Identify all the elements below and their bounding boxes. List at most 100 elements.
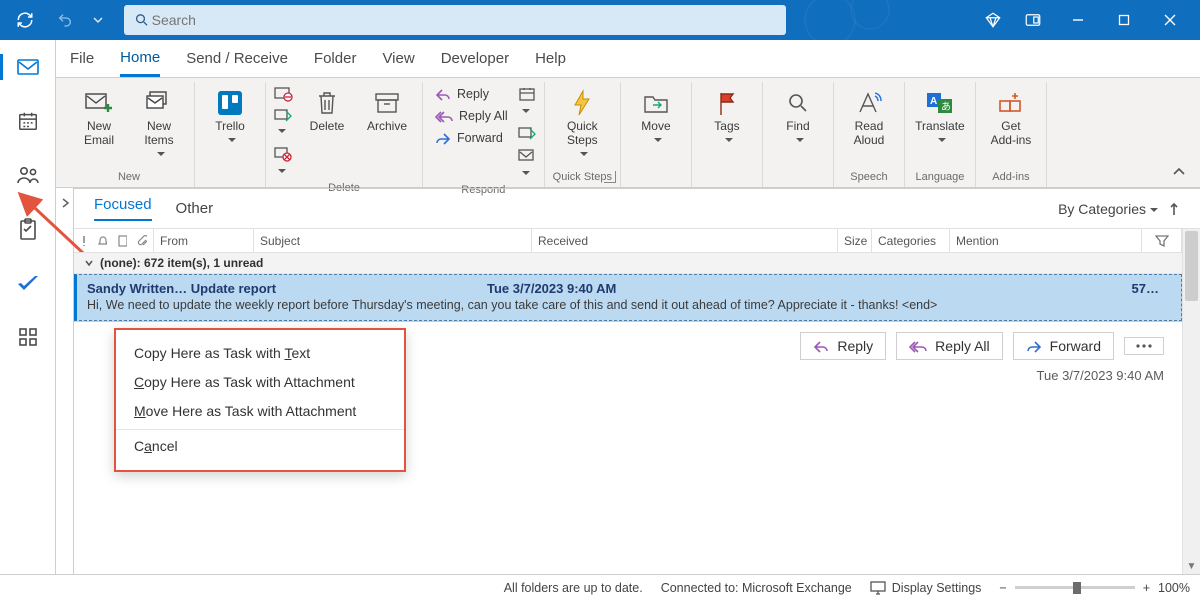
zoom-out-icon[interactable]: − [999,581,1006,595]
group-header-row[interactable]: (none): 672 item(s), 1 unread [74,253,1182,274]
sort-by-button[interactable]: By Categories [1058,201,1158,217]
col-size[interactable]: Size [838,229,872,252]
more-respond-icon[interactable] [518,148,536,182]
ctx-copy-attachment[interactable]: Copy Here as Task with Attachment [116,367,404,396]
item-type-icon [117,235,127,247]
rail-tasks-icon[interactable] [10,214,46,244]
get-addins-button[interactable]: Get Add-ins [984,84,1038,152]
reading-forward-button[interactable]: Forward [1013,332,1114,360]
close-button[interactable] [1148,4,1192,36]
tab-view[interactable]: View [382,40,414,77]
rail-todo-icon[interactable] [10,268,46,298]
archive-button[interactable]: Archive [360,84,414,138]
group-label-language: Language [915,169,964,187]
tab-developer[interactable]: Developer [441,40,509,77]
tab-other[interactable]: Other [176,200,214,217]
trello-button[interactable]: Trello [203,84,257,148]
junk-icon[interactable] [274,146,294,180]
read-aloud-icon [856,88,882,118]
reading-reply-all-button[interactable]: Reply All [896,332,1002,360]
translate-button[interactable]: AあTranslate [913,84,967,148]
ctx-copy-text[interactable]: Copy Here as Task with Text [116,338,404,367]
col-mention[interactable]: Mention [950,229,1142,252]
ctx-cancel[interactable]: Cancel [116,429,404,460]
column-headers[interactable]: From Subject Received Size Categories Me… [74,229,1182,253]
svg-text:A: A [930,96,937,107]
reply-icon [813,339,829,353]
sort-direction-icon[interactable] [1168,202,1180,216]
meeting-icon[interactable] [518,86,536,120]
message-row[interactable]: Sandy Written… Update report Tue 3/7/202… [74,274,1182,321]
reply-button[interactable]: Reply [431,84,512,104]
search-box[interactable] [124,5,786,35]
scrollbar[interactable]: ▲ ▼ [1182,229,1200,574]
collapse-ribbon-icon[interactable] [1172,165,1186,179]
ctx-move-attachment[interactable]: Move Here as Task with Attachment [116,396,404,425]
ignore-icon[interactable] [274,86,294,102]
group-label-addins: Add-ins [992,169,1029,187]
zoom-level: 100% [1158,581,1190,595]
message-preview: Hi, We need to update the weekly report … [87,298,1171,312]
forward-icon [1026,339,1042,353]
clean-up-icon[interactable] [274,108,294,140]
new-items-icon [145,88,173,118]
scroll-down-icon[interactable]: ▼ [1183,561,1200,572]
reply-all-button[interactable]: Reply All [431,106,512,126]
reading-more-actions-button[interactable] [1124,337,1164,355]
reply-all-icon [435,109,453,123]
quick-steps-button[interactable]: Quick Steps [555,84,609,162]
tab-help[interactable]: Help [535,40,566,77]
find-button[interactable]: Find [771,84,825,148]
status-sync: All folders are up to date. [504,581,643,595]
col-subject[interactable]: Subject [254,229,532,252]
ribbon-tabs: File Home Send / Receive Folder View Dev… [56,40,1200,78]
maximize-button[interactable] [1102,4,1146,36]
message-size: 57… [1132,281,1159,296]
forward-button[interactable]: Forward [431,128,512,148]
share-to-teams-icon[interactable] [518,126,536,142]
chevron-down-icon [84,258,94,268]
tab-file[interactable]: File [70,40,94,77]
undo-icon[interactable] [48,4,82,36]
zoom-in-icon[interactable]: + [1143,581,1150,595]
delete-button[interactable]: Delete [300,84,354,138]
move-button[interactable]: Move [629,84,683,148]
tab-home[interactable]: Home [120,40,160,77]
tab-focused[interactable]: Focused [94,196,152,221]
search-icon [134,12,150,28]
folder-pane-collapsed[interactable] [56,188,74,574]
reading-reply-button[interactable]: Reply [800,332,886,360]
zoom-controls[interactable]: − + 100% [999,581,1190,595]
col-categories[interactable]: Categories [872,229,950,252]
search-input[interactable] [150,11,776,29]
col-received[interactable]: Received [532,229,838,252]
read-aloud-button[interactable]: Read Aloud [842,84,896,152]
col-from[interactable]: From [154,229,254,252]
coming-soon-icon[interactable] [1016,4,1050,36]
tab-send-receive[interactable]: Send / Receive [186,40,288,77]
envelope-plus-icon [84,88,114,118]
svg-text:あ: あ [941,101,951,113]
rail-calendar-icon[interactable] [10,106,46,136]
tab-folder[interactable]: Folder [314,40,357,77]
qat-customize-icon[interactable] [88,4,108,36]
reminder-icon [97,235,107,247]
rail-more-apps-icon[interactable] [10,322,46,352]
filter-icon[interactable] [1142,229,1182,252]
scroll-thumb[interactable] [1185,231,1198,301]
zoom-slider[interactable] [1015,586,1135,589]
minimize-button[interactable] [1056,4,1100,36]
title-bar [0,0,1200,40]
premium-icon[interactable] [976,4,1010,36]
rail-mail-icon[interactable] [10,52,46,82]
chevron-right-icon [60,198,70,208]
dialog-launcher-icon[interactable] [604,171,616,183]
rail-people-icon[interactable] [10,160,46,190]
display-settings-button[interactable]: Display Settings [870,581,982,595]
status-connection: Connected to: Microsoft Exchange [661,581,852,595]
tags-button[interactable]: Tags [700,84,754,148]
new-email-button[interactable]: New Email [72,84,126,152]
forward-icon [435,131,451,145]
new-items-button[interactable]: New Items [132,84,186,162]
sync-icon[interactable] [8,4,42,36]
